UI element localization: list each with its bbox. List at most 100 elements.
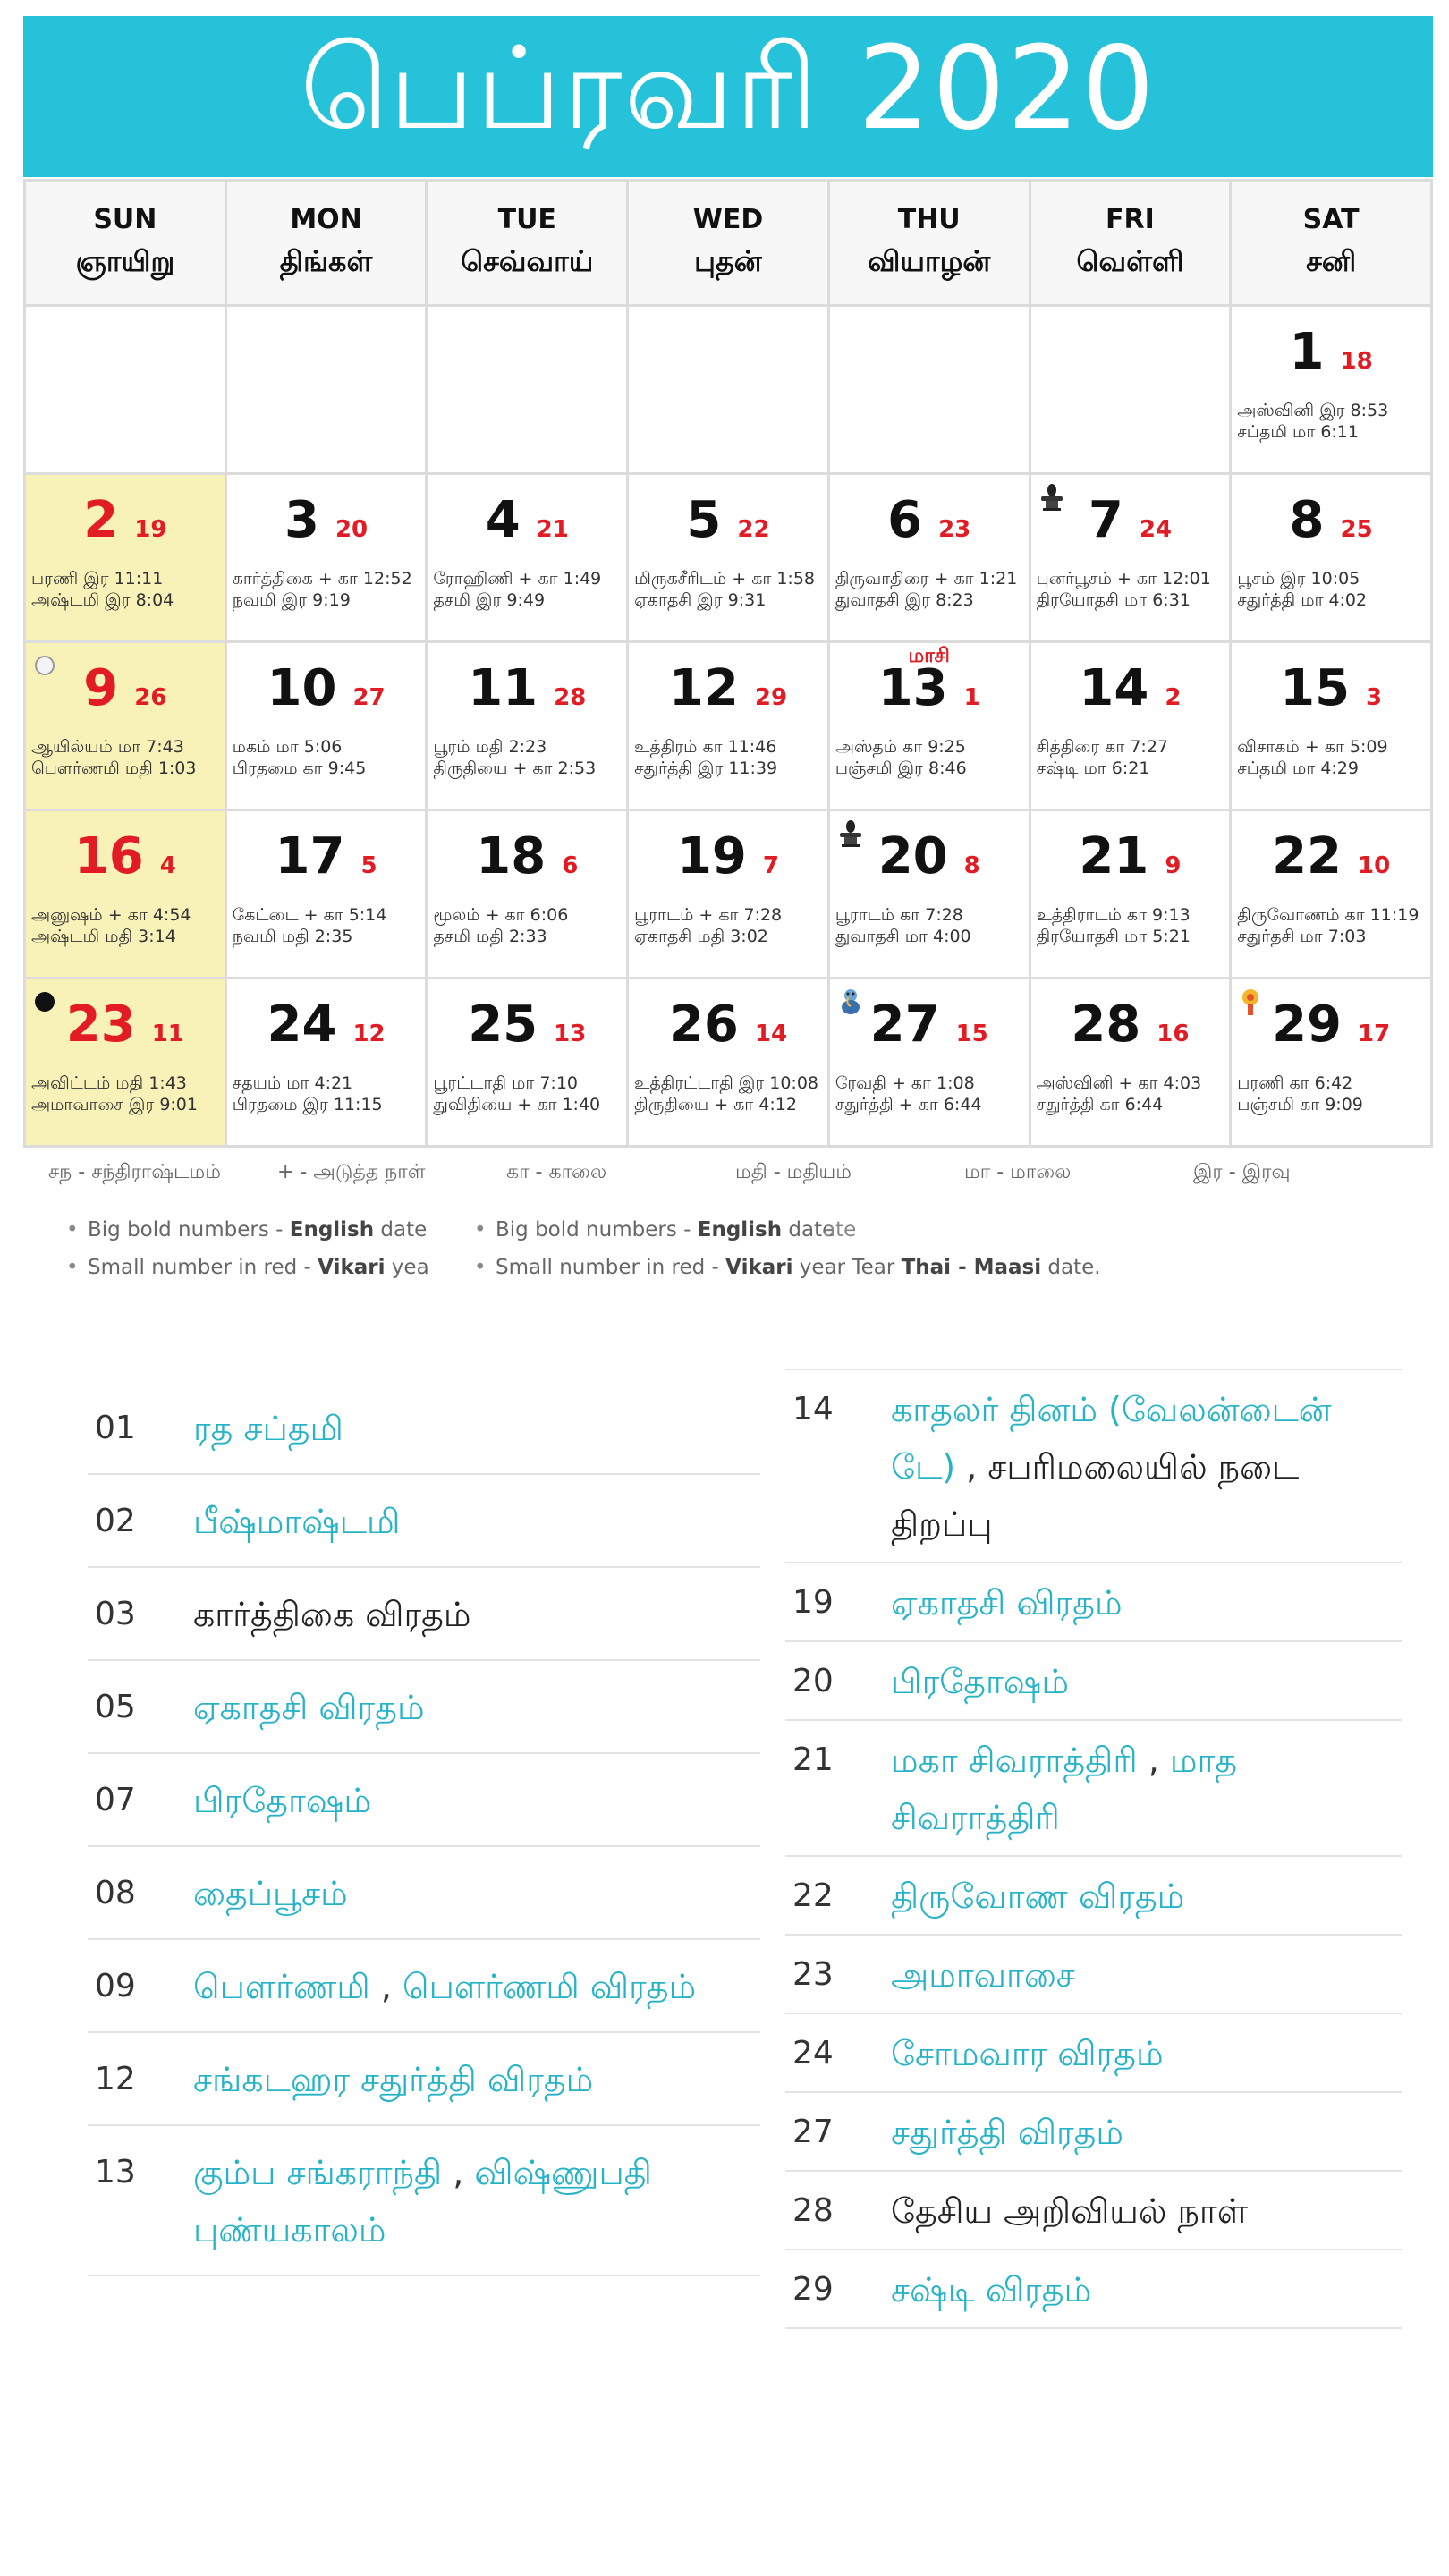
empty-day-cell — [428, 307, 630, 475]
panchang-line: ஏகாதசி மதி 3:02 — [634, 927, 768, 946]
event-link[interactable]: கும்ப சங்கராந்தி — [193, 2153, 442, 2192]
weekday-en: WED — [692, 204, 764, 235]
date-numbers: 12 29 — [629, 659, 827, 717]
tamil-date: 3 — [1366, 684, 1383, 711]
tamil-date: 9 — [1165, 852, 1182, 879]
day-cell[interactable]: 6 23 திருவாதிரை + கா 1:21 துவாதசி இர 8:23 — [829, 475, 1031, 643]
event-date: 09 — [95, 1968, 136, 2004]
event-link[interactable]: ஏகாதசி விரதம் — [193, 1688, 425, 1727]
legend-item: கா - காலை — [506, 1161, 607, 1183]
panchang-line: விசாகம் + கா 5:09 — [1237, 737, 1388, 757]
english-date: 13 — [877, 659, 948, 717]
panchang-line: ஏகாதசி இர 9:31 — [634, 590, 767, 610]
date-numbers: 14 2 — [1031, 659, 1230, 717]
event-link[interactable]: பௌர்ணமி விரதம் — [402, 1967, 696, 2006]
empty-day-cell — [226, 307, 428, 475]
event-link[interactable]: ஏகாதசி விரதம் — [891, 1583, 1123, 1623]
date-numbers: 22 10 — [1232, 827, 1430, 886]
panchang-line: தசமி மதி 2:33 — [433, 927, 547, 946]
weekday-en: TUE — [497, 204, 556, 235]
panchang-line: திரயோதசி மா 6:31 — [1036, 590, 1191, 610]
panchang-details: புனர்பூசம் + கா 12:01 திரயோதசி மா 6:31 — [1037, 568, 1226, 611]
tamil-date: 22 — [737, 516, 770, 543]
event-date: 08 — [95, 1875, 136, 1911]
day-cell[interactable]: 1 18 அஸ்வினி இர 8:53 சப்தமி மா 6:11 — [1232, 307, 1433, 475]
day-cell[interactable]: 23 11 அவிட்டம் மதி 1:43 அமாவாசை இர 9:01 — [26, 979, 227, 1148]
events-list-right: 14 காதலர் தினம் (வேலன்டைன் டே) , சபரிமலைய… — [785, 1368, 1402, 2329]
day-cell[interactable]: 27 15 ரேவதி + கா 1:08 சதுர்த்தி + கா 6:44 — [829, 979, 1031, 1148]
day-cell[interactable]: 18 6 மூலம் + கா 6:06 தசமி மதி 2:33 — [428, 811, 630, 979]
note-english-date: Big bold numbers - English date — [470, 1211, 835, 1249]
day-cell[interactable]: 5 22 மிருகசீரிடம் + கா 1:58 ஏகாதசி இர 9:31 — [629, 475, 830, 643]
event-link[interactable]: பிரதோஷம் — [193, 1781, 371, 1820]
tamil-date: 28 — [554, 684, 587, 711]
day-cell[interactable]: 16 4 அனுஷம் + கா 4:54 அஷ்டமி மதி 3:14 — [26, 811, 227, 979]
panchang-line: உத்திரம் கா 11:46 — [634, 737, 777, 757]
english-date: 7 — [1088, 491, 1123, 549]
event-link[interactable]: ரத சப்தமி — [193, 1409, 343, 1448]
event-link[interactable]: சஷ்டி விரதம் — [891, 2270, 1091, 2309]
event-text: அமாவாசை — [891, 1946, 1075, 2004]
date-numbers: 219 — [26, 491, 225, 549]
event-link[interactable]: திருவோண விரதம் — [891, 1877, 1184, 1916]
note-bold: English — [289, 1218, 375, 1241]
tamil-date: 27 — [352, 684, 386, 711]
event-link[interactable]: பௌர்ணமி — [193, 1967, 370, 2006]
day-cell[interactable]: 7 24 புனர்பூசம் + கா 12:01 திரயோதசி மா 6:31 — [1030, 475, 1233, 643]
panchang-details: அஸ்வினி + கா 4:03 சதுர்த்தி கா 6:44 — [1037, 1072, 1226, 1115]
english-date: 18 — [476, 827, 547, 886]
date-numbers: 6 23 — [830, 491, 1029, 549]
event-link[interactable]: தைப்பூசம் — [193, 1874, 348, 1913]
day-cell[interactable]: மாசி 13 1 அஸ்தம் கா 9:25 பஞ்சமி இர 8:46 — [829, 643, 1031, 811]
day-cell[interactable]: 21 9 உத்திராடம் கா 9:13 திரயோதசி மா 5:21 — [1030, 811, 1233, 979]
day-cell[interactable]: 10 27 மகம் மா 5:06 பிரதமை கா 9:45 — [226, 643, 428, 811]
day-cell[interactable]: 17 5 கேட்டை + கா 5:14 நவமி மதி 2:35 — [226, 811, 428, 979]
day-cell[interactable]: 26 14 உத்திரட்டாதி இர 10:08 திருதியை + கா 4… — [629, 979, 830, 1148]
day-cell[interactable]: 20 8 பூராடம் கா 7:28 துவாதசி மா 4:00 — [829, 811, 1031, 979]
event-link[interactable]: அமாவாசை — [891, 1955, 1075, 1995]
panchang-details: மூலம் + கா 6:06 தசமி மதி 2:33 — [433, 904, 623, 947]
legend-item: இர - இரவு — [1193, 1161, 1291, 1183]
panchang-details: அஸ்வினி இர 8:53 சப்தமி மா 6:11 — [1237, 400, 1427, 443]
panchang-line: அனுஷம் + கா 4:54 — [31, 905, 191, 925]
day-cell[interactable]: 24 12 சதயம் மா 4:21 பிரதமை இர 11:15 — [226, 979, 428, 1148]
day-cell[interactable]: 15 3 விசாகம் + கா 5:09 சப்தமி மா 4:29 — [1232, 643, 1433, 811]
event-link[interactable]: பிரதோஷம் — [891, 1662, 1069, 1701]
day-cell[interactable]: 8 25 பூசம் இர 10:05 சதுர்த்தி மா 4:02 — [1232, 475, 1433, 643]
panchang-details: உத்திரட்டாதி இர 10:08 திருதியை + கா 4:12 — [634, 1072, 824, 1115]
day-cell[interactable]: 4 21 ரோஹிணி + கா 1:49 தசமி இர 9:49 — [428, 475, 630, 643]
event-row: 03 கார்த்திகை விரதம் — [88, 1568, 760, 1661]
panchang-details: திருவோணம் கா 11:19 சதுர்தசி மா 7:03 — [1237, 904, 1427, 947]
weekday-ta: வியாழன் — [868, 244, 991, 278]
shiva-lingam-icon — [1038, 482, 1065, 511]
day-cell[interactable]: 14 2 சித்திரை கா 7:27 சஷ்டி மா 6:21 — [1030, 643, 1233, 811]
day-cell[interactable]: 9 26 ஆயில்யம் மா 7:43 பௌர்ணமி மதி 1:03 — [26, 643, 227, 811]
day-cell[interactable]: 12 29 உத்திரம் கா 11:46 சதுர்த்தி இர 11:39 — [629, 643, 830, 811]
event-link[interactable]: பீஷ்மாஷ்டமி — [193, 1502, 400, 1541]
event-row: 05 ஏகாதசி விரதம் — [88, 1661, 760, 1754]
event-link[interactable]: சதுர்த்தி விரதம் — [891, 2113, 1123, 2152]
day-cell[interactable]: 25 13 பூரட்டாதி மா 7:10 துவிதியை + கா 1:40 — [428, 979, 630, 1148]
event-date: 29 — [792, 2271, 834, 2308]
event-link[interactable]: சோமவார விரதம் — [891, 2034, 1164, 2073]
note-bold: Vikari — [725, 1256, 793, 1279]
tamil-date: 12 — [352, 1021, 386, 1047]
english-date: 16 — [73, 827, 144, 886]
event-row: 12 சங்கடஹர சதுர்த்தி விரதம் — [88, 2033, 760, 2126]
event-link[interactable]: மகா சிவராத்திரி — [891, 1741, 1138, 1780]
event-link[interactable]: சங்கடஹர சதுர்த்தி விரதம் — [193, 2060, 593, 2099]
day-cell[interactable]: 11 28 பூரம் மதி 2:23 திருதியை + கா 2:53 — [428, 643, 630, 811]
panchang-line: துவிதியை + கா 1:40 — [433, 1095, 601, 1114]
date-numbers: 219 — [1031, 827, 1230, 886]
event-text: கும்ப சங்கராந்தி , விஷ்ணுபதி புண்யகாலம் — [193, 2144, 760, 2258]
day-cell[interactable]: 22 10 திருவோணம் கா 11:19 சதுர்தசி மா 7:03 — [1232, 811, 1433, 979]
panchang-line: பூராடம் + கா 7:28 — [634, 905, 783, 925]
day-cell[interactable]: 28 16 அஸ்வினி + கா 4:03 சதுர்த்தி கா 6:44 — [1030, 979, 1233, 1148]
english-date: 19 — [676, 827, 747, 886]
panchang-details: சித்திரை கா 7:27 சஷ்டி மா 6:21 — [1037, 736, 1226, 779]
event-text: சஷ்டி விரதம் — [891, 2261, 1091, 2318]
day-cell[interactable]: 19 7 பூராடம் + கா 7:28 ஏகாதசி மதி 3:02 — [629, 811, 830, 979]
day-cell[interactable]: 3 20 கார்த்திகை + கா 12:52 நவமி இர 9:19 — [226, 475, 428, 643]
day-cell[interactable]: 29 17 பரணி கா 6:42 பஞ்சமி கா 9:09 — [1232, 979, 1433, 1148]
day-cell[interactable]: 2 19 பரணி இர 11:11 அஷ்டமி இர 8:04 — [26, 475, 227, 643]
